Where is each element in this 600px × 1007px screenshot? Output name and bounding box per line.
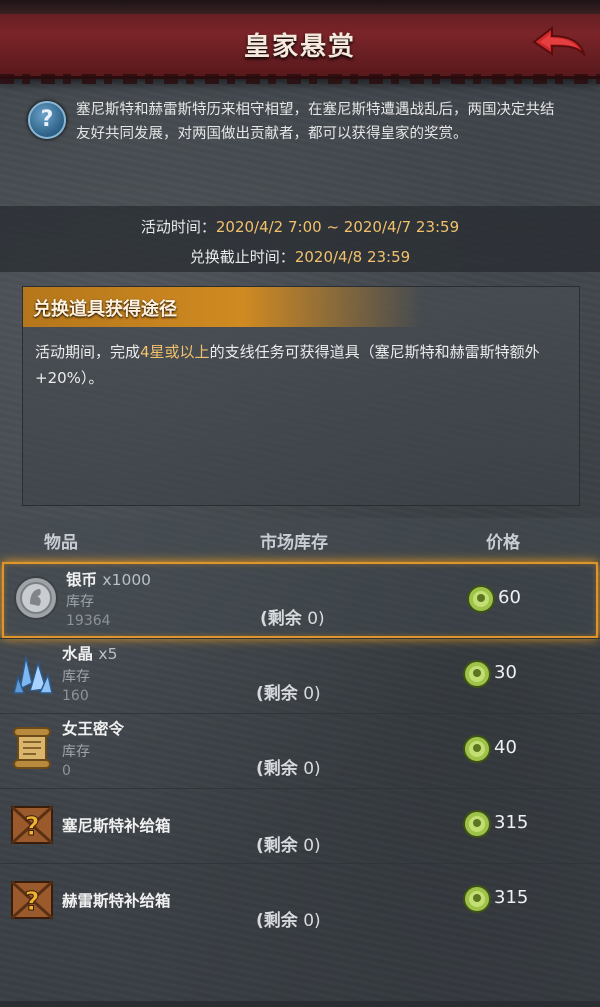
green-coin-icon: [463, 735, 491, 763]
item-row-queen-decree[interactable]: 女王密令 库存 0 (剩余 0) 40: [0, 713, 600, 789]
info-text-pre: 活动期间，完成: [35, 343, 141, 361]
svg-text:?: ?: [24, 812, 39, 842]
acquisition-info-box: 兑换道具获得途径 活动期间，完成4星或以上的支线任务可获得道具（塞尼斯特和赫雷斯…: [22, 286, 580, 506]
item-name: 女王密令: [62, 720, 125, 738]
remain-count: (剩余 0): [256, 684, 321, 704]
stock-label: 库存: [62, 669, 90, 685]
green-coin-icon: [467, 585, 495, 613]
remain-count: (剩余 0): [256, 759, 321, 779]
mystery-crate-icon: ?: [10, 880, 54, 920]
stock-value: 19364: [66, 613, 111, 629]
green-coin-icon: [463, 885, 491, 913]
deadline-label: 兑换截止时间：: [189, 248, 295, 266]
remain-count: (剩余 0): [256, 836, 321, 856]
svg-text:?: ?: [24, 887, 39, 917]
item-price: 40: [494, 737, 517, 758]
back-arrow-icon: [532, 25, 587, 58]
back-button[interactable]: [532, 24, 587, 64]
item-name: 赫雷斯特补给箱: [62, 892, 171, 910]
table-header: 物品 市场库存 价格: [0, 518, 600, 560]
scroll-icon: [13, 727, 51, 769]
item-name: 塞尼斯特补给箱: [62, 817, 171, 835]
info-header: 兑换道具获得途径: [23, 287, 423, 327]
remain-count: (剩余 0): [260, 609, 325, 629]
page-title: 皇家悬赏: [243, 32, 356, 62]
remain-count: (剩余 0): [256, 911, 321, 931]
col-item-header: 物品: [44, 533, 78, 553]
item-row-senest-crate[interactable]: ? 塞尼斯特补给箱 (剩余 0) 315: [0, 788, 600, 864]
stock-label: 库存: [62, 744, 90, 760]
info-body: 活动期间，完成4星或以上的支线任务可获得道具（塞尼斯特和赫雷斯特额外+20%）。: [35, 339, 565, 391]
stock-value: 0: [62, 763, 71, 779]
activity-time-band: 活动时间：2020/4/2 7:00 ~ 2020/4/7 23:59 兑换截止…: [0, 206, 600, 272]
green-coin-icon: [463, 810, 491, 838]
activity-time-label: 活动时间：: [140, 218, 216, 236]
stock-value: 160: [62, 688, 89, 704]
crystal-icon: [13, 656, 53, 694]
item-price: 30: [494, 662, 517, 683]
item-row-crystal[interactable]: 水晶 x5 库存 160 (剩余 0) 30: [0, 638, 600, 714]
bottom-bar: [0, 1001, 600, 1007]
green-coin-icon: [463, 660, 491, 688]
deadline-row: 兑换截止时间：2020/4/8 23:59: [0, 246, 600, 267]
item-row-herest-crate[interactable]: ? 赫雷斯特补给箱 (剩余 0) 315: [0, 863, 600, 939]
item-price: 60: [498, 587, 521, 608]
deadline-value: 2020/4/8 23:59: [294, 248, 411, 266]
col-stock-header: 市场库存: [260, 533, 328, 553]
silver-coin-icon: [14, 576, 58, 620]
col-price-header: 价格: [486, 533, 520, 553]
intro-text: 塞尼斯特和赫雷斯特历来相守相望，在塞尼斯特遭遇战乱后，两国决定共结友好共同发展，…: [76, 102, 555, 142]
item-name: 银币 x1000: [66, 571, 152, 589]
mystery-crate-icon: ?: [10, 805, 54, 845]
info-title: 兑换道具获得途径: [33, 299, 177, 320]
item-price: 315: [494, 812, 529, 833]
title-bar: 皇家悬赏: [0, 0, 600, 84]
item-row-silver-coin[interactable]: 银币 x1000 库存 19364 (剩余 0) 60: [2, 562, 598, 638]
activity-time-value: 2020/4/2 7:00 ~ 2020/4/7 23:59: [215, 218, 460, 236]
help-icon[interactable]: ?: [28, 101, 66, 139]
item-name: 水晶 x5: [62, 645, 118, 663]
info-text-highlight: 4星或以上: [140, 343, 210, 361]
activity-time-row: 活动时间：2020/4/2 7:00 ~ 2020/4/7 23:59: [0, 216, 600, 237]
item-price: 315: [494, 887, 529, 908]
stock-label: 库存: [66, 594, 94, 610]
